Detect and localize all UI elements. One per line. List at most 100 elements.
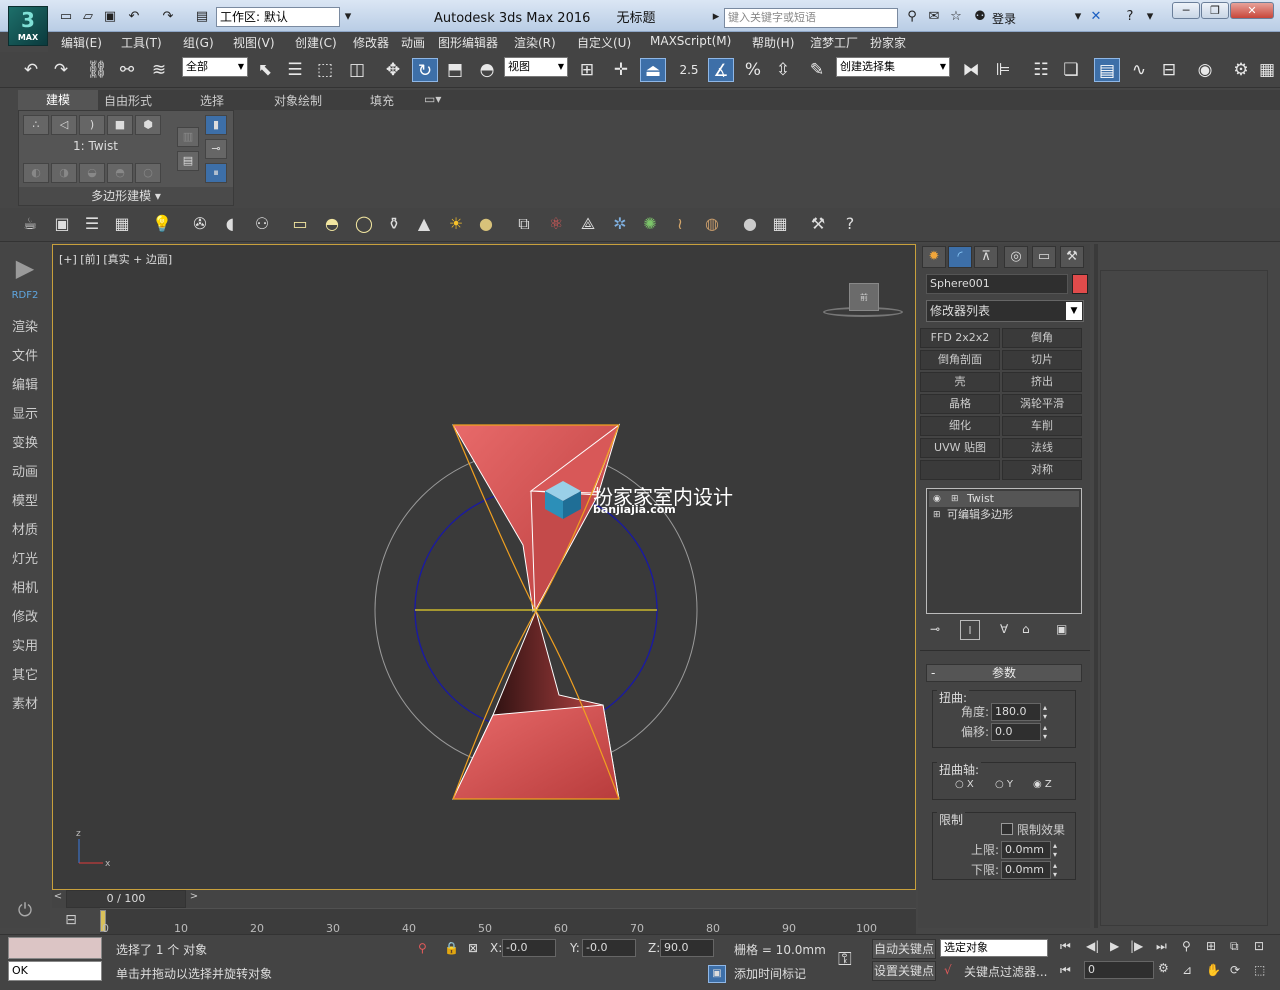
sidebar-item-edit[interactable]: 编辑 xyxy=(0,374,50,393)
workspace-dropdown[interactable]: 工作区: 默认 xyxy=(216,7,340,27)
mirror-icon[interactable]: ⧓ xyxy=(958,58,984,82)
configure-modifier-sets-icon[interactable]: ▣ xyxy=(1056,622,1067,636)
undo-icon[interactable]: ↶ xyxy=(18,58,44,82)
menu-maxscript[interactable]: MAXScript(M) xyxy=(650,34,731,48)
bias-spinner-icon[interactable]: ▴ ▾ xyxy=(1043,723,1047,741)
mini-curve-editor-icon[interactable]: ⊟ xyxy=(56,912,86,932)
hair-icon[interactable]: ≀ xyxy=(668,212,692,236)
create-tab-icon[interactable]: ✹ xyxy=(922,246,946,268)
set-key-button[interactable]: 设置关键点 xyxy=(872,961,936,981)
angle-field[interactable]: 180.0 xyxy=(991,703,1041,721)
mod-turbosmooth-button[interactable]: 涡轮平滑 xyxy=(1002,394,1082,414)
render-frame-icon[interactable]: ▦ xyxy=(1254,58,1280,82)
element-mode-icon[interactable]: ⬢ xyxy=(135,115,161,135)
menu-edit[interactable]: 编辑(E) xyxy=(61,34,102,51)
pan-hand-icon[interactable]: ✋ xyxy=(1206,963,1221,977)
render-frame-window-icon[interactable]: ▣ xyxy=(50,212,74,236)
menu-modifiers[interactable]: 修改器 xyxy=(353,34,389,51)
lightbulb-icon[interactable]: ◉ xyxy=(933,491,941,507)
camera-icon[interactable]: ✇ xyxy=(188,212,212,236)
plane-light-icon[interactable]: ▭ xyxy=(288,212,312,236)
axis-z-radio[interactable]: ◉ Z xyxy=(1033,779,1052,790)
curve-editor-icon[interactable]: ∿ xyxy=(1126,58,1152,82)
limit-effect-checkbox[interactable] xyxy=(1001,823,1013,835)
help-dropdown-icon[interactable]: ▾ xyxy=(1144,8,1156,26)
prev-frame-icon[interactable]: ◀| xyxy=(1086,939,1099,953)
maxscript-listener-field[interactable]: OK xyxy=(8,961,102,981)
gear-icon[interactable]: ✲ xyxy=(608,212,632,236)
search-input[interactable]: 键入关键字或短语 xyxy=(724,8,898,28)
texture-ball-icon[interactable]: ◍ xyxy=(700,212,724,236)
object-color-swatch[interactable] xyxy=(1072,274,1088,294)
axis-x-radio[interactable]: ○ X xyxy=(955,779,974,790)
sidebar-item-animation[interactable]: 动画 xyxy=(0,461,50,480)
quickslice-icon[interactable]: ◓ xyxy=(107,163,133,183)
show-end-result-icon[interactable]: ○ xyxy=(135,163,161,183)
modifier-list-dropdown[interactable]: 修改器列表 xyxy=(926,300,1084,322)
sidebar-item-camera[interactable]: 相机 xyxy=(0,577,50,596)
select-object-icon[interactable]: ⬉ xyxy=(252,58,278,82)
modifier-list-arrow-icon[interactable]: ▼ xyxy=(1066,302,1082,320)
next-frame-icon[interactable]: |▶ xyxy=(1130,939,1143,953)
edge-mode-icon[interactable]: ◁ xyxy=(51,115,77,135)
auto-key-button[interactable]: 自动关键点 xyxy=(872,939,936,959)
hierarchy-tab-icon[interactable]: ⊼ xyxy=(974,246,998,268)
named-selection-dropdown[interactable]: 创建选择集 xyxy=(836,57,950,77)
select-manipulate-icon[interactable]: ✛ xyxy=(608,58,634,82)
place-icon[interactable]: ◓ xyxy=(474,58,500,82)
angle-snap-icon[interactable]: ∡ xyxy=(708,58,734,82)
redo-icon[interactable]: ↷ xyxy=(158,8,178,26)
ribbon-tab-populate[interactable]: 填充 xyxy=(370,92,394,109)
maximize-button[interactable]: ❐ xyxy=(1201,2,1229,19)
axis-y-radio[interactable]: ○ Y xyxy=(995,779,1013,790)
zoom-icon[interactable]: ⚲ xyxy=(1182,939,1191,953)
binoculars-icon[interactable]: ⚲ xyxy=(902,8,922,26)
user-icon[interactable]: ⚉ xyxy=(970,8,990,26)
parameters-rollout-header[interactable]: - 参数 xyxy=(926,664,1082,682)
reference-coordinate-dropdown[interactable]: 视图 xyxy=(504,57,568,77)
close-button[interactable]: ✕ xyxy=(1230,2,1274,19)
remove-modifier-icon[interactable]: ⌂ xyxy=(1022,622,1030,636)
front-viewport[interactable]: [+] [前] [真实 + 边面] 前 z x 扮家家室内设计 banjiaji… xyxy=(52,244,916,890)
next-frame-arrow-icon[interactable]: > xyxy=(188,891,200,907)
proxy-icon[interactable]: ⧉ xyxy=(512,212,536,236)
login-dropdown-icon[interactable]: ▾ xyxy=(1072,8,1084,26)
z-coord-field[interactable]: 90.0 xyxy=(660,939,714,957)
twist-object-scene[interactable]: z x xyxy=(53,245,915,889)
teapot-icon[interactable]: ☕ xyxy=(18,212,42,236)
object-name-field[interactable]: Sphere001 xyxy=(926,274,1068,294)
modifier-stack[interactable]: ◉ ⊞ Twist ⊞ 可编辑多边形 xyxy=(926,488,1082,614)
bind-space-warp-icon[interactable]: ≋ xyxy=(146,58,172,82)
select-and-link-icon[interactable]: ⛓ xyxy=(84,58,110,82)
goto-end-icon[interactable]: ⏭ xyxy=(1156,939,1167,954)
angle-spinner-icon[interactable]: ▴ ▾ xyxy=(1043,703,1047,721)
sidebar-item-material[interactable]: 材质 xyxy=(0,519,50,538)
schematic-view-icon[interactable]: ⊟ xyxy=(1156,58,1182,82)
menu-banjiajia[interactable]: 扮家家 xyxy=(870,34,906,51)
modify-tab-icon[interactable]: ◜ xyxy=(948,246,972,268)
key-mode-toggle-icon[interactable]: ⏮ xyxy=(1060,963,1071,978)
ribbon-tab-modeling[interactable]: 建模 xyxy=(18,90,98,110)
mod-extrude-button[interactable]: 挤出 xyxy=(1002,372,1082,392)
open-file-icon[interactable]: ▱ xyxy=(78,8,98,26)
time-config-icon[interactable]: ⚙ xyxy=(1158,961,1169,975)
percent-snap-icon[interactable]: % xyxy=(740,58,766,82)
ribbon-tab-freeform[interactable]: 自由形式 xyxy=(104,92,152,109)
dome-light-icon[interactable]: ◓ xyxy=(320,212,344,236)
upper-limit-field[interactable]: 0.0mm xyxy=(1001,841,1051,859)
expand-plus-icon[interactable]: ⊞ xyxy=(933,507,941,523)
favorites-star-icon[interactable]: ☆ xyxy=(946,8,966,26)
display-tab-icon[interactable]: ▭ xyxy=(1032,246,1056,268)
minimize-button[interactable]: ─ xyxy=(1172,2,1200,19)
scene-explorer-icon[interactable]: ☷ xyxy=(1028,58,1054,82)
redo-icon[interactable]: ↷ xyxy=(48,58,74,82)
polygon-mode-icon[interactable]: ■ xyxy=(107,115,133,135)
time-tag-icon[interactable]: ▣ xyxy=(708,965,726,983)
sidebar-item-model[interactable]: 模型 xyxy=(0,490,50,509)
ambient-light-icon[interactable]: ● xyxy=(474,212,498,236)
sidebar-item-other[interactable]: 其它 xyxy=(0,664,50,683)
key-filters-button[interactable]: 关键点过滤器... xyxy=(964,963,1047,980)
molecule-icon[interactable]: ⚛ xyxy=(544,212,568,236)
time-slider[interactable]: < 0 / 100 > xyxy=(52,890,916,908)
repeat-last-icon[interactable]: ◒ xyxy=(79,163,105,183)
